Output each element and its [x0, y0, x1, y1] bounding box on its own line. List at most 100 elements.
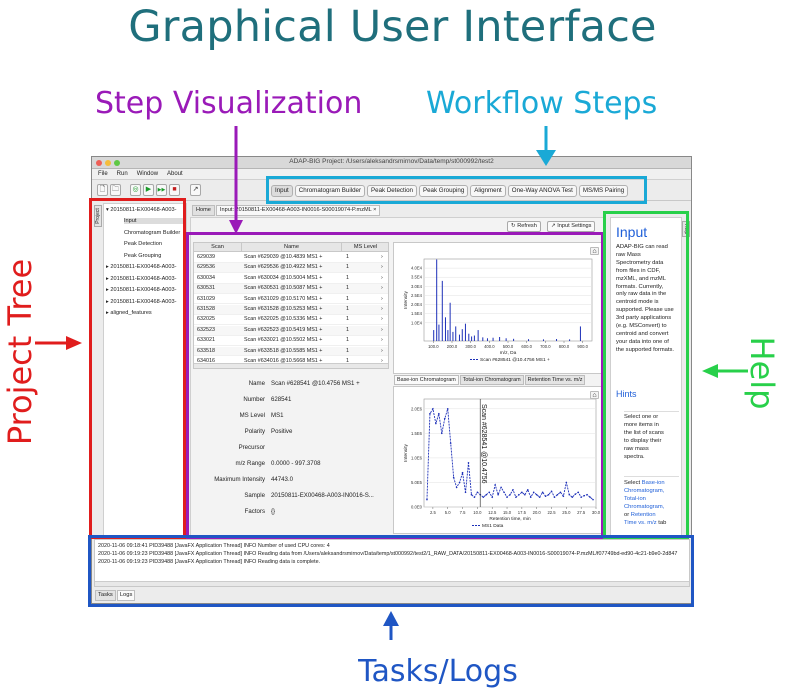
tab-logs[interactable]: Logs — [116, 590, 136, 601]
column-header-scan[interactable]: Scan — [194, 243, 242, 252]
menu-window[interactable]: Window — [137, 171, 158, 177]
step-peak-detection-button[interactable]: Peak Detection — [367, 184, 417, 197]
chromatogram-point — [440, 432, 443, 435]
tree-node[interactable]: ▸ 20150811-EX00468-A003- — [106, 287, 177, 293]
tab-tasks[interactable]: Tasks — [95, 590, 116, 601]
x-tick-label: 100.0 — [428, 344, 439, 349]
step-anova-button[interactable]: One-Way ANOVA Test — [507, 184, 577, 197]
open-folder-icon[interactable]: 🗀 — [110, 184, 121, 196]
table-cell-scan: 633021 — [197, 337, 215, 344]
table-cell-ms-level: 1 — [346, 274, 349, 281]
total-ion-link[interactable]: Chromatogram, — [624, 504, 679, 512]
tree-node[interactable]: ▸ 20150811-EX00468-A003- — [106, 299, 177, 305]
tree-node-aligned-features[interactable]: ▸ aligned_features — [106, 310, 152, 316]
table-horizontal-scrollbar[interactable] — [194, 363, 388, 368]
home-icon[interactable]: ⌂ — [590, 391, 599, 399]
step-msms-pairing-button[interactable]: MS/MS Pairing — [578, 184, 629, 197]
table-row[interactable]: 633021 Scan #633021 @10.5502 MS1 + 1 › — [194, 336, 388, 346]
tree-node-peak-grouping[interactable]: Peak Grouping — [124, 253, 161, 259]
column-header-name[interactable]: Name — [242, 243, 342, 252]
run-step-icon[interactable]: ◎ — [130, 184, 141, 196]
table-row[interactable]: 632523 Scan #632523 @10.5419 MS1 + 1 › — [194, 325, 388, 336]
total-ion-link[interactable]: Total-ion — [624, 496, 679, 504]
detail-label: Factors — [244, 508, 265, 515]
table-row[interactable]: 632025 Scan #632025 @10.5336 MS1 + 1 › — [194, 315, 388, 326]
project-tab-label: Project — [95, 208, 101, 224]
tree-node[interactable]: ▸ 20150811-EX00468-A003- — [106, 264, 177, 270]
retention-time-link[interactable]: Retention — [631, 512, 656, 518]
tree-node[interactable]: ▸ 20150811-EX00468-A003- — [106, 276, 177, 282]
refresh-button[interactable]: ↻ Refresh — [507, 221, 541, 232]
x-tick-label: 22.5 — [547, 510, 556, 515]
chromatogram-point — [476, 491, 479, 494]
fast-forward-icon[interactable]: ▶▶ — [156, 184, 167, 196]
tasks-logs-arrowhead — [383, 611, 399, 626]
chromatogram-point — [529, 496, 532, 498]
menu-file[interactable]: File — [98, 171, 108, 177]
play-icon[interactable]: ▶ — [143, 184, 154, 196]
base-ion-link[interactable]: Base-ion — [642, 480, 665, 486]
tree-node-chromatogram-builder[interactable]: Chromatogram Builder — [124, 230, 180, 236]
table-row[interactable]: 630034 Scan #630034 @10.5004 MS1 + 1 › — [194, 274, 388, 284]
tab-base-ion-chromatogram[interactable]: Base-ion Chromatogram — [394, 375, 459, 385]
table-row[interactable]: 631528 Scan #631528 @10.5253 MS1 + 1 › — [194, 305, 388, 315]
table-row[interactable]: 630531 Scan #630531 @10.5087 MS1 + 1 › — [194, 284, 388, 294]
tab-total-ion-chromatogram[interactable]: Total-ion Chromatogram — [459, 375, 524, 385]
home-icon[interactable]: ⌂ — [590, 247, 599, 255]
tab-input-file[interactable]: Input: 20150811-EX00468-A003-IN0016-S000… — [215, 205, 381, 216]
detail-label: Name — [248, 380, 265, 387]
project-tab[interactable]: Project — [94, 205, 102, 227]
stop-icon[interactable]: ■ — [169, 184, 180, 196]
tab-retention-time-vs-mz[interactable]: Retention Time vs. m/z — [524, 375, 586, 385]
row-expand-icon: › — [381, 306, 383, 312]
tab-home[interactable]: Home — [192, 205, 215, 216]
tree-node-peak-detection[interactable]: Peak Detection — [124, 241, 162, 247]
detail-label: Sample — [244, 492, 265, 499]
base-ion-link[interactable]: Chromatogram, — [624, 488, 679, 496]
step-chromatogram-builder-button[interactable]: Chromatogram Builder — [294, 184, 366, 197]
step-alignment-button[interactable]: Alignment — [470, 184, 506, 197]
current-scan-label: Scan #628541 @10.4756 — [480, 404, 487, 484]
table-row[interactable]: 629039 Scan #629039 @10.4839 MS1 + 1 › — [194, 253, 388, 263]
help-label: Help — [743, 336, 781, 410]
x-tick-label: 15.0 — [503, 510, 512, 515]
row-expand-icon: › — [381, 326, 383, 333]
retention-time-link[interactable]: Time vs. m/z — [624, 520, 657, 526]
help-line: raw Mass — [616, 251, 641, 258]
x-tick-label: 12.5 — [488, 510, 497, 515]
detail-value: 20150811-EX00468-A003-IN0016-S... — [271, 492, 374, 499]
project-tree-arrowhead — [66, 336, 82, 350]
row-expand-icon: › — [381, 274, 383, 281]
chromatogram-point — [491, 496, 494, 498]
step-peak-grouping-button[interactable]: Peak Grouping — [418, 184, 469, 197]
chromatogram-point — [562, 495, 565, 497]
table-cell-ms-level: 1 — [346, 337, 349, 344]
x-tick-label: 20.0 — [533, 510, 542, 515]
table-row[interactable]: 631029 Scan #631029 @10.5170 MS1 + 1 › — [194, 295, 388, 305]
hint-prefix: Select — [624, 480, 642, 486]
table-row[interactable]: 633518 Scan #633518 @10.5585 MS1 + 1 › — [194, 346, 388, 357]
plot-area — [423, 398, 597, 508]
logs-horizontal-scrollbar[interactable] — [95, 581, 689, 586]
table-cell-scan: 631029 — [197, 295, 215, 302]
menu-about[interactable]: About — [167, 171, 183, 177]
row-expand-icon: › — [381, 254, 383, 260]
table-row[interactable]: 629536 Scan #629536 @10.4922 MS1 + 1 › — [194, 263, 388, 274]
step-input-button[interactable]: Input — [271, 184, 293, 197]
tree-node-input[interactable]: Input — [124, 218, 186, 224]
x-tick-label: 500.0 — [503, 344, 514, 349]
help-line: Spectrometry data — [616, 259, 664, 266]
column-header-ms-level[interactable]: MS Level — [342, 243, 388, 252]
table-cell-scan: 629536 — [197, 264, 215, 271]
input-settings-button[interactable]: ↗ Input Settings — [547, 221, 596, 232]
x-tick-label: 300.0 — [465, 344, 476, 349]
help-line: your data into one of — [616, 338, 669, 345]
input-settings-button-label: Input Settings — [557, 223, 592, 229]
help-tab[interactable]: Help — [682, 221, 690, 237]
chromatogram-point — [577, 491, 580, 494]
menu-run[interactable]: Run — [117, 171, 128, 177]
pin-icon[interactable]: ↗ — [190, 184, 201, 196]
tree-node[interactable]: ▾ 20150811-EX00468-A003- — [106, 207, 177, 213]
x-axis-label: m/z, Da — [500, 350, 517, 356]
new-file-icon[interactable]: 🗋 — [97, 184, 108, 196]
